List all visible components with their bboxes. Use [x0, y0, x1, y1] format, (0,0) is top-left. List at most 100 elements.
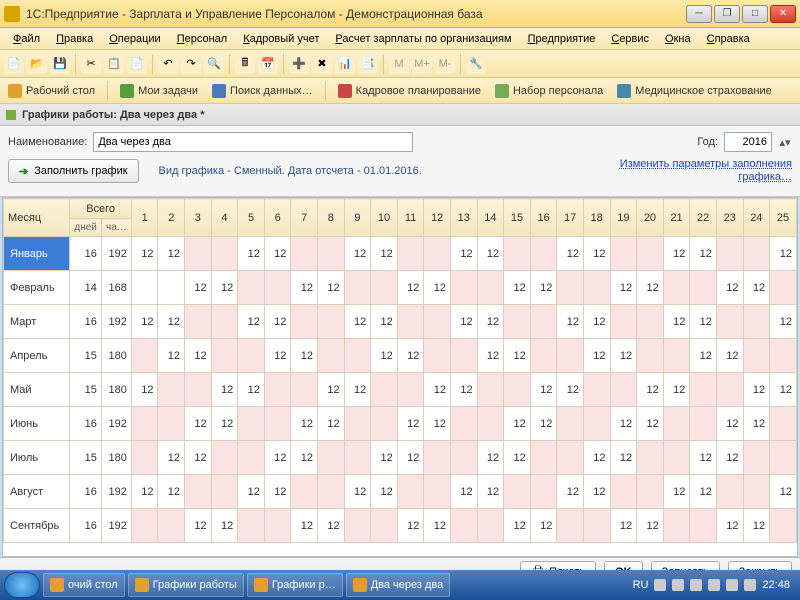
tool-icon[interactable]: ➕	[289, 54, 309, 74]
fill-schedule-button[interactable]: ➔ Заполнить график	[8, 159, 139, 183]
day-cell[interactable]: 12	[770, 305, 797, 339]
day-cell[interactable]	[743, 475, 770, 509]
day-cell[interactable]: 12	[477, 237, 504, 271]
paste-icon[interactable]: 📄	[127, 54, 147, 74]
day-cell[interactable]	[477, 271, 504, 305]
day-cell[interactable]	[424, 305, 451, 339]
day-cell[interactable]	[424, 237, 451, 271]
month-cell[interactable]: Сентябрь	[4, 509, 70, 543]
day-cell[interactable]: 12	[637, 271, 664, 305]
calendar-icon[interactable]: 📅	[258, 54, 278, 74]
day-cell[interactable]	[690, 509, 717, 543]
day-cell[interactable]	[663, 407, 690, 441]
month-cell[interactable]: Март	[4, 305, 70, 339]
tool3-icon[interactable]: 📊	[335, 54, 355, 74]
day-cell[interactable]: 12	[397, 509, 424, 543]
day-cell[interactable]	[238, 509, 265, 543]
day-cell[interactable]: 12	[690, 237, 717, 271]
day-cell[interactable]	[185, 305, 212, 339]
day-cell[interactable]	[743, 305, 770, 339]
day-cell[interactable]	[770, 509, 797, 543]
day-cell[interactable]: 12	[743, 373, 770, 407]
month-cell[interactable]: Июль	[4, 441, 70, 475]
day-cell[interactable]: 12	[716, 271, 743, 305]
day-cell[interactable]	[557, 407, 584, 441]
day-cell[interactable]: 12	[743, 509, 770, 543]
day-cell[interactable]	[158, 373, 185, 407]
day-cell[interactable]: 12	[264, 339, 291, 373]
day-cell[interactable]: 12	[583, 305, 610, 339]
day-cell[interactable]	[371, 407, 398, 441]
copy-icon[interactable]: 📋	[104, 54, 124, 74]
minimize-button[interactable]: ─	[686, 5, 712, 23]
mminus-icon[interactable]: M-	[435, 54, 455, 74]
day-cell[interactable]	[238, 271, 265, 305]
new-icon[interactable]: 📄	[4, 54, 24, 74]
day-cell[interactable]: 12	[185, 441, 212, 475]
day-cell[interactable]	[583, 407, 610, 441]
tray-icon[interactable]	[690, 579, 702, 591]
day-cell[interactable]	[504, 475, 531, 509]
day-cell[interactable]: 12	[583, 475, 610, 509]
day-cell[interactable]: 12	[477, 475, 504, 509]
day-cell[interactable]: 12	[504, 509, 531, 543]
day-cell[interactable]	[637, 441, 664, 475]
day-cell[interactable]	[450, 271, 477, 305]
day-cell[interactable]	[690, 373, 717, 407]
day-cell[interactable]: 12	[238, 475, 265, 509]
day-cell[interactable]: 12	[504, 271, 531, 305]
day-cell[interactable]: 12	[663, 373, 690, 407]
day-cell[interactable]: 12	[557, 373, 584, 407]
menu-Персонал[interactable]: Персонал	[170, 31, 235, 47]
day-cell[interactable]: 12	[371, 237, 398, 271]
day-cell[interactable]	[770, 407, 797, 441]
day-cell[interactable]: 12	[557, 305, 584, 339]
day-cell[interactable]: 12	[770, 237, 797, 271]
day-cell[interactable]: 12	[450, 237, 477, 271]
day-cell[interactable]: 12	[211, 407, 238, 441]
day-cell[interactable]	[663, 509, 690, 543]
day-cell[interactable]	[397, 305, 424, 339]
day-cell[interactable]: 12	[504, 339, 531, 373]
day-cell[interactable]: 12	[583, 339, 610, 373]
day-cell[interactable]	[371, 373, 398, 407]
wrench-icon[interactable]: 🔧	[466, 54, 486, 74]
day-cell[interactable]	[690, 407, 717, 441]
day-cell[interactable]: 12	[583, 441, 610, 475]
menu-Предприятие[interactable]: Предприятие	[521, 31, 603, 47]
tool4-icon[interactable]: 📑	[358, 54, 378, 74]
month-cell[interactable]: Август	[4, 475, 70, 509]
day-cell[interactable]: 12	[690, 441, 717, 475]
day-cell[interactable]: 12	[158, 441, 185, 475]
day-cell[interactable]	[530, 339, 557, 373]
lang-indicator[interactable]: RU	[633, 579, 649, 591]
year-stepper-icon[interactable]: ▴▾	[778, 136, 792, 149]
day-cell[interactable]	[530, 475, 557, 509]
day-cell[interactable]	[318, 475, 345, 509]
day-cell[interactable]: 12	[450, 305, 477, 339]
day-cell[interactable]: 12	[637, 407, 664, 441]
day-cell[interactable]	[131, 509, 158, 543]
tray-icon[interactable]	[654, 579, 666, 591]
day-cell[interactable]: 12	[770, 373, 797, 407]
day-cell[interactable]: 12	[530, 373, 557, 407]
day-cell[interactable]: 12	[610, 271, 637, 305]
day-cell[interactable]	[477, 407, 504, 441]
day-cell[interactable]	[318, 441, 345, 475]
day-cell[interactable]: 12	[504, 407, 531, 441]
day-cell[interactable]	[397, 237, 424, 271]
menu-Операции[interactable]: Операции	[102, 31, 167, 47]
day-cell[interactable]	[477, 373, 504, 407]
menu-Правка[interactable]: Правка	[49, 31, 100, 47]
day-cell[interactable]: 12	[716, 407, 743, 441]
restore-button[interactable]: ❐	[714, 5, 740, 23]
day-cell[interactable]	[344, 407, 371, 441]
day-cell[interactable]: 12	[371, 305, 398, 339]
day-cell[interactable]	[185, 373, 212, 407]
day-cell[interactable]	[424, 475, 451, 509]
start-button[interactable]	[4, 572, 40, 598]
day-cell[interactable]: 12	[158, 475, 185, 509]
day-cell[interactable]: 12	[264, 441, 291, 475]
day-cell[interactable]	[583, 271, 610, 305]
day-cell[interactable]	[743, 339, 770, 373]
